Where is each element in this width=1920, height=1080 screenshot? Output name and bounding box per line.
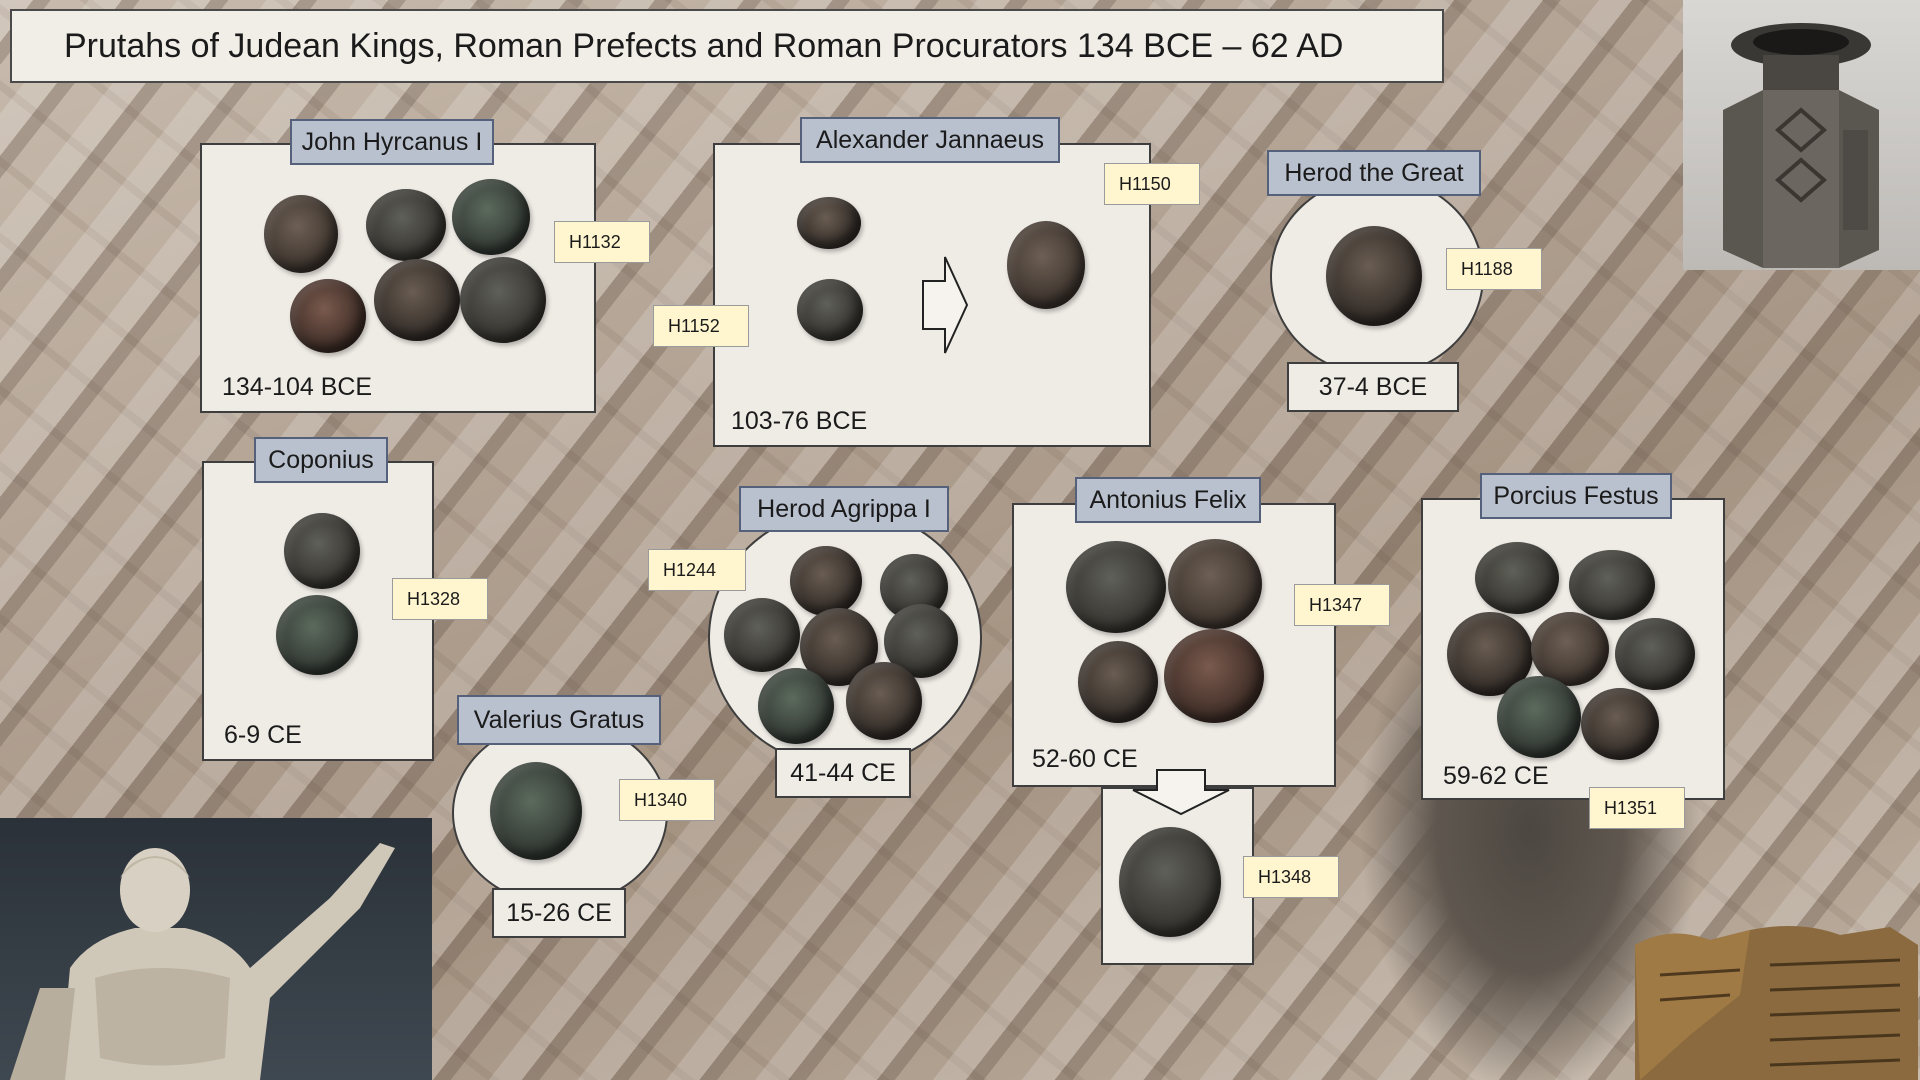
hendin-ref-label: H1340 [619,779,715,821]
coin [460,257,546,343]
ruler-name-tag: Herod the Great [1267,150,1481,196]
festus-panel: 59-62 CE [1421,498,1725,800]
coin [1326,226,1422,326]
jannaeus-panel: 103-76 BCE [713,143,1151,447]
coin [758,668,834,744]
hendin-ref-label: H1152 [653,305,749,347]
ruler-name-tag: Herod Agrippa I [739,486,949,532]
ruler-name-tag: Porcius Festus [1480,473,1672,519]
coin [1475,542,1559,614]
ruler-name-tag: Antonius Felix [1075,477,1261,523]
coin [1007,221,1085,309]
reign-dates: 134-104 BCE [222,373,373,401]
hendin-ref-label: H1132 [554,221,650,263]
hendin-ref-label: H1244 [648,549,746,591]
coin [790,546,862,616]
coin [1168,539,1262,629]
coin [724,598,800,672]
hyrcanus-panel: 134-104 BCE [200,143,596,413]
coin [366,189,446,261]
augustus-statue-photo [0,818,432,1080]
hendin-ref-label: H1347 [1294,584,1390,626]
scroll-fragment-photo [1630,915,1920,1080]
arrow-down-icon [1132,769,1230,816]
arrow-right-icon [922,256,969,354]
felix-panel: 52-60 CE [1012,503,1336,787]
coin [1615,618,1695,690]
hendin-ref-label: H1188 [1446,248,1542,290]
hendin-ref-label: H1150 [1104,163,1200,205]
coin [284,513,360,589]
coin [290,279,366,353]
coin [452,179,530,255]
coin [374,259,460,341]
coin [1531,612,1609,686]
coin [797,279,863,341]
ruler-name-tag: Alexander Jannaeus [800,117,1060,163]
coin [276,595,358,675]
ruler-name-tag: Coponius [254,437,388,483]
reign-dates: 103-76 BCE [731,407,868,435]
coin [846,662,922,740]
coin [1497,676,1581,758]
reign-dates: 52-60 CE [1032,745,1138,773]
page-title: Prutahs of Judean Kings, Roman Prefects … [10,9,1444,83]
coin [1119,827,1221,937]
reign-dates-box: 15-26 CE [492,888,626,938]
reign-dates-box: 41-44 CE [775,748,911,798]
coin [1164,629,1264,723]
hendin-ref-label: H1351 [1589,787,1685,829]
hendin-ref-label: H1328 [392,578,488,620]
coin [490,762,582,860]
coin [1581,688,1659,760]
coin [1066,541,1166,633]
agrippa-circle-panel [708,508,982,768]
coin [264,195,338,273]
hendin-ref-label: H1348 [1243,856,1339,898]
reign-dates: 59-62 CE [1443,762,1549,790]
reign-dates: 6-9 CE [224,721,302,749]
coin [1569,550,1655,620]
reign-dates-box: 37-4 BCE [1287,362,1459,412]
coin [797,197,861,249]
ruler-name-tag: Valerius Gratus [457,695,661,745]
coin [1078,641,1158,723]
ruler-name-tag: John Hyrcanus I [290,119,494,165]
ink-pot-photo [1683,0,1920,270]
